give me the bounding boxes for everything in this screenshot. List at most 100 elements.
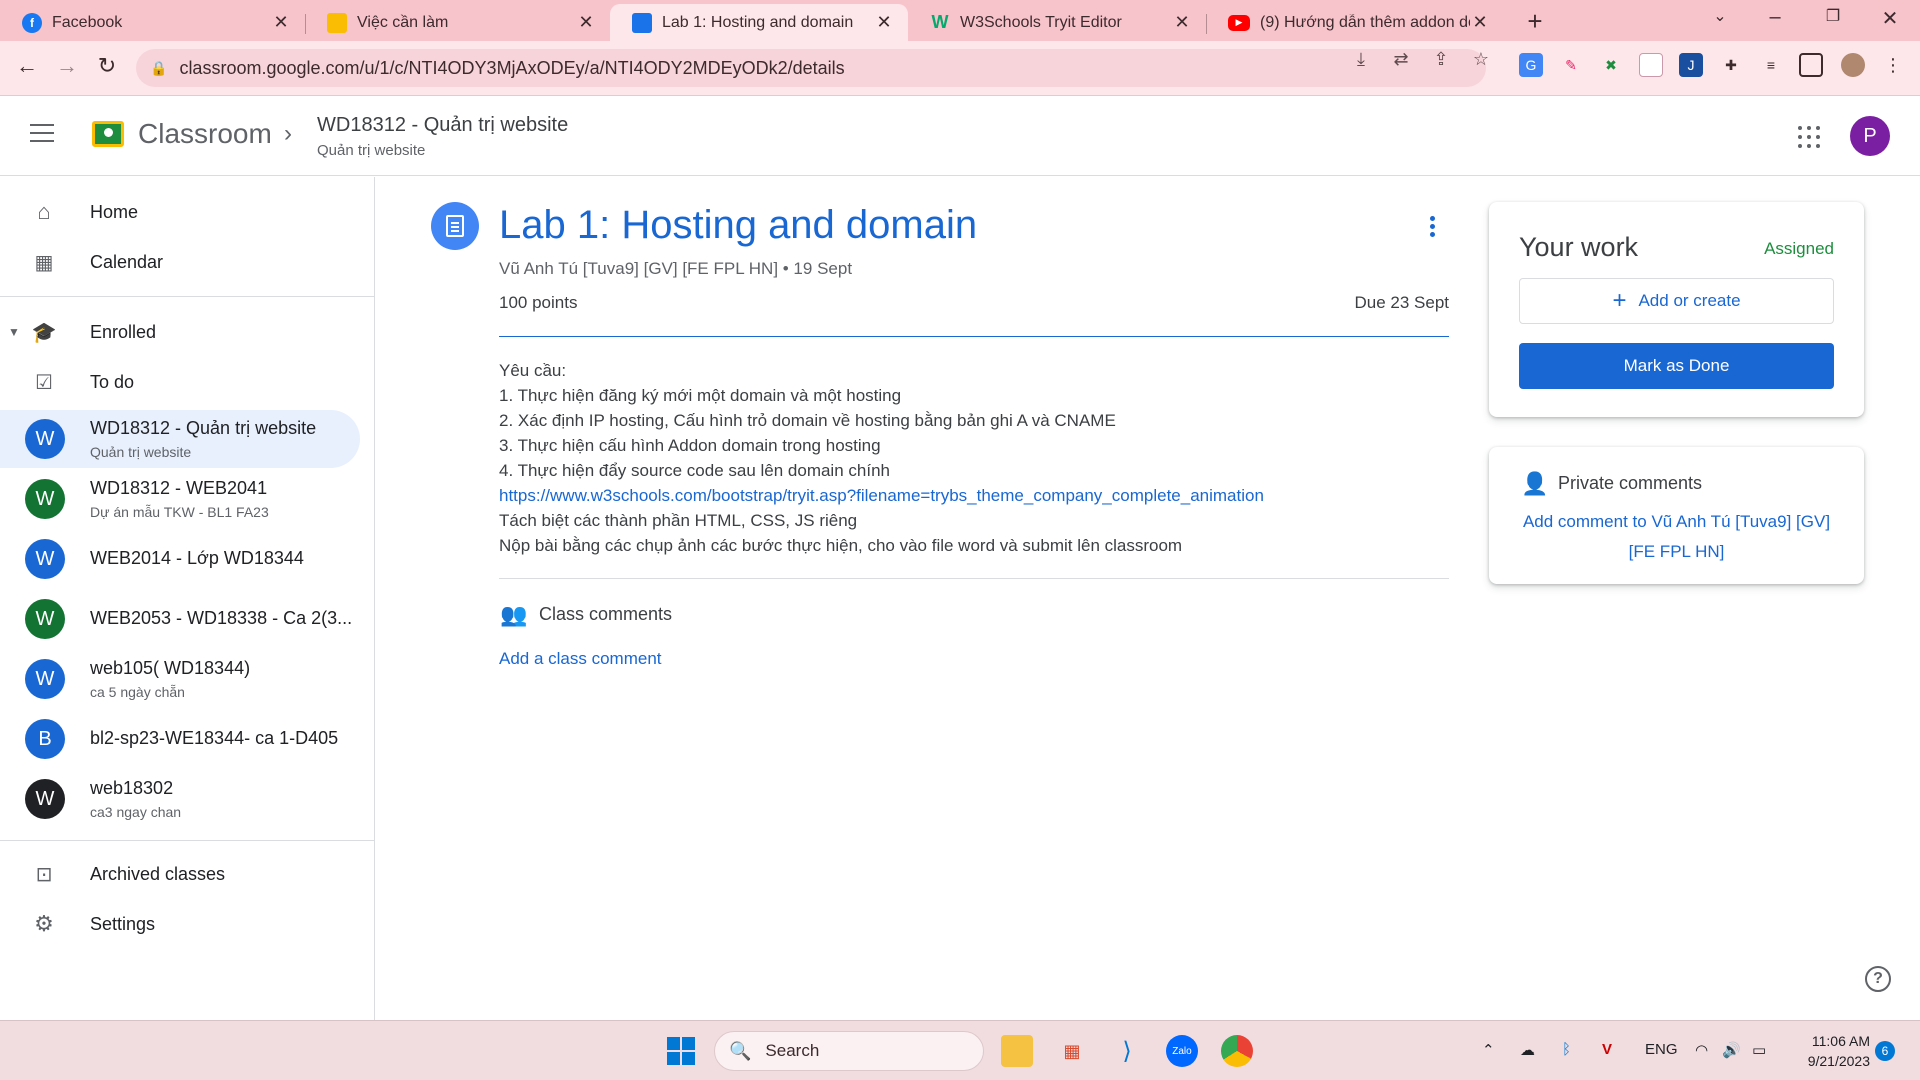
forward-icon[interactable]: → — [52, 53, 82, 79]
sidebar-item-label: Archived classes — [90, 863, 226, 884]
browser-tab-strip: f Facebook ✕ Việc cần làm ✕ Lab 1: Hosti… — [0, 0, 1920, 41]
back-icon[interactable]: ← — [12, 53, 42, 79]
restore-icon[interactable]: ❐ — [1818, 6, 1848, 26]
sidebar-item-archived[interactable]: ⊡ Archived classes — [0, 849, 360, 899]
notification-badge[interactable]: 6 — [1875, 1041, 1895, 1061]
mark-as-done-button[interactable]: Mark as Done — [1519, 343, 1834, 389]
your-work-card: Your work Assigned + Add or create Mark … — [1489, 202, 1864, 417]
add-class-comment-link[interactable]: Add a class comment — [499, 649, 662, 669]
google-apps-icon[interactable] — [1798, 126, 1820, 148]
sidebar-item-todo[interactable]: ☑ To do — [0, 357, 360, 407]
sidebar-class-item[interactable]: W WD18312 - WEB2041 Dự án mẫu TKW - BL1 … — [0, 470, 360, 528]
windows-start-icon[interactable] — [665, 1035, 697, 1067]
app-brand[interactable]: Classroom — [138, 118, 272, 150]
assignment-description: Yêu cầu: 1. Thực hiện đăng ký mới một do… — [499, 358, 1449, 558]
w3schools-icon: W — [931, 12, 949, 32]
minimize-icon[interactable]: – — [1760, 6, 1790, 29]
close-icon[interactable]: ✕ — [874, 12, 894, 33]
more-options-icon[interactable] — [1430, 216, 1436, 240]
close-icon[interactable]: ✕ — [1172, 12, 1192, 33]
language-indicator[interactable]: ENG — [1645, 1041, 1678, 1058]
taskbar-search-box[interactable]: 🔍 Search — [714, 1031, 984, 1071]
address-bar[interactable]: 🔒 classroom.google.com/u/1/c/NTI4ODY3MjA… — [136, 49, 1486, 87]
vscode-icon[interactable]: ⟩ — [1111, 1035, 1143, 1067]
color-picker-extension-icon[interactable]: ✎ — [1559, 53, 1583, 77]
url-text[interactable]: classroom.google.com/u/1/c/NTI4ODY3MjAxO… — [179, 58, 844, 79]
add-or-create-button[interactable]: + Add or create — [1519, 278, 1834, 324]
chevron-right-icon: › — [284, 120, 292, 147]
sidebar-class-item[interactable]: W web18302 ca3 ngay chan — [0, 770, 360, 828]
media-queue-icon[interactable]: ≡ — [1759, 53, 1783, 77]
google-translate-extension-icon[interactable]: G — [1519, 53, 1543, 77]
title-divider — [499, 336, 1449, 337]
wifi-icon[interactable]: ◠ — [1695, 1041, 1708, 1059]
page-title: Lab 1: Hosting and domain — [499, 203, 978, 247]
sidebar-item-enrolled[interactable]: ▼ 🎓 Enrolled — [0, 307, 360, 357]
side-panel-icon[interactable] — [1799, 53, 1823, 77]
taskbar-clock[interactable]: 11:06 AM 9/21/2023 — [1790, 1031, 1870, 1071]
tab-search-icon[interactable]: ⌄ — [1705, 6, 1735, 26]
install-app-icon[interactable]: ⤓ — [1348, 49, 1374, 70]
sidebar-item-calendar[interactable]: ▦ Calendar — [0, 237, 360, 287]
sidebar-item-home[interactable]: ⌂ Home — [0, 187, 360, 237]
class-comments-heading: Class comments — [539, 604, 673, 624]
office-apps-icon[interactable]: ▦ — [1056, 1035, 1088, 1067]
browser-toolbar: ← → ↻ 🔒 classroom.google.com/u/1/c/NTI4O… — [0, 41, 1920, 96]
sidebar-item-label: Enrolled — [90, 321, 157, 342]
chrome-menu-icon[interactable]: ⋮ — [1881, 53, 1905, 77]
new-tab-button[interactable]: + — [1520, 6, 1550, 37]
app-header: Classroom › WD18312 - Quản trị website Q… — [0, 96, 1920, 176]
tab-lab1-active[interactable]: Lab 1: Hosting and domain ✕ — [610, 4, 908, 41]
class-name: WEB2014 - Lớp WD18344 — [90, 548, 304, 568]
class-subtitle: Quản trị website — [90, 444, 192, 460]
tab-facebook[interactable]: f Facebook ✕ — [0, 4, 305, 41]
tools-extension-icon[interactable]: ✖ — [1599, 53, 1623, 77]
file-explorer-icon[interactable] — [1001, 1035, 1033, 1067]
chrome-icon[interactable] — [1221, 1035, 1253, 1067]
description-line: 1. Thực hiện đăng ký mới một domain và m… — [499, 386, 902, 405]
reload-icon[interactable]: ↻ — [92, 53, 122, 79]
translate-icon[interactable]: ⇄ — [1388, 49, 1414, 70]
tray-chevron-up-icon[interactable]: ⌃ — [1482, 1041, 1495, 1059]
volume-icon[interactable]: 🔊 — [1722, 1041, 1741, 1059]
tab-youtube[interactable]: ▶ (9) Hướng dẫn thêm addon dom ✕ — [1206, 4, 1504, 41]
main-menu-icon[interactable] — [30, 124, 54, 148]
avatar[interactable]: P — [1850, 116, 1890, 156]
antivirus-icon[interactable]: V — [1602, 1041, 1612, 1058]
extensions-puzzle-icon[interactable]: ✚ — [1719, 53, 1743, 77]
sidebar-item-settings[interactable]: ⚙ Settings — [0, 899, 360, 949]
profile-avatar-icon[interactable] — [1841, 53, 1865, 77]
classroom-logo-icon[interactable] — [92, 121, 124, 147]
zalo-icon[interactable]: Zalo — [1166, 1035, 1198, 1067]
j-extension-icon[interactable]: J — [1679, 53, 1703, 77]
class-badge: W — [25, 599, 65, 639]
sidebar-class-item[interactable]: W WD18312 - Quản trị website Quản trị we… — [0, 410, 360, 468]
people-icon: 👥 — [500, 602, 528, 627]
breadcrumb-course-title[interactable]: WD18312 - Quản trị website — [317, 114, 568, 137]
caret-down-icon[interactable]: ▼ — [8, 325, 20, 339]
class-name: web18302 — [90, 778, 174, 798]
share-icon[interactable]: ⇪ — [1428, 49, 1454, 70]
tab-w3schools[interactable]: W W3Schools Tryit Editor ✕ — [908, 4, 1206, 41]
onedrive-icon[interactable]: ☁ — [1520, 1041, 1535, 1059]
sidebar-class-item[interactable]: W WEB2053 - WD18338 - Ca 2(3... — [0, 590, 360, 648]
sidebar-class-item[interactable]: B bl2-sp23-WE18344- ca 1-D405 — [0, 710, 360, 768]
bookmark-star-icon[interactable]: ☆ — [1468, 49, 1494, 70]
sidebar-class-item[interactable]: W web105( WD18344) ca 5 ngày chẵn — [0, 650, 360, 708]
plus-icon: + — [1612, 287, 1627, 314]
battery-icon[interactable]: ▭ — [1752, 1041, 1766, 1059]
help-icon[interactable]: ? — [1865, 966, 1891, 992]
close-icon[interactable]: ✕ — [1470, 12, 1490, 33]
notes-extension-icon[interactable] — [1639, 53, 1663, 77]
class-badge: W — [25, 779, 65, 819]
bluetooth-icon[interactable]: ᛒ — [1562, 1041, 1571, 1058]
window-close-icon[interactable]: ✕ — [1875, 6, 1905, 31]
tab-viec-can-lam[interactable]: Việc cần làm ✕ — [305, 4, 610, 41]
close-icon[interactable]: ✕ — [576, 12, 596, 33]
sidebar-class-item[interactable]: W WEB2014 - Lớp WD18344 — [0, 530, 360, 588]
todo-checklist-icon: ☑ — [35, 371, 53, 394]
assignment-points: 100 points — [499, 293, 578, 312]
description-link[interactable]: https://www.w3schools.com/bootstrap/tryi… — [499, 486, 1264, 505]
add-private-comment-link[interactable]: Add comment to Vũ Anh Tú [Tuva9] [GV] [F… — [1519, 507, 1834, 567]
close-icon[interactable]: ✕ — [271, 12, 291, 33]
